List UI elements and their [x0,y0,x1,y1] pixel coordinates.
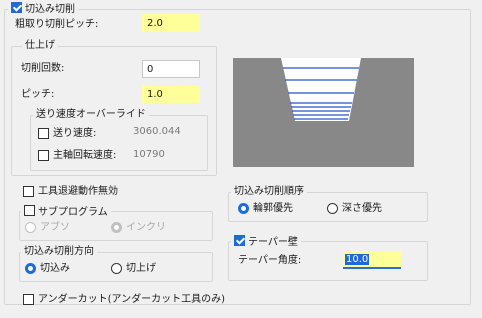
order-contour-label: 輪郭優先 [253,203,293,214]
spindle-override-label: 主軸回転速度: [53,150,117,161]
subprogram-abs-radio[interactable] [25,222,36,233]
infeed-preview-image [233,58,414,167]
direction-cut-in-label: 切込み [40,263,70,274]
subprogram-abs-label: アブソ [40,222,70,233]
taper-checkbox[interactable] [234,235,245,246]
cut-count-value: 0 [147,64,154,75]
subprogram-label: サブプログラム [38,207,108,218]
rough-pitch-value: 2.0 [147,18,163,29]
taper-label: テーパー壁 [248,237,298,248]
direction-cut-up-radio[interactable] [111,263,122,274]
infeed-enable-checkbox[interactable] [11,2,22,13]
subprogram-inc-label: インクリ [126,222,166,233]
taper-legend: テーパー壁 [231,235,301,249]
undercut-checkbox[interactable] [23,294,34,305]
finish-pitch-label: ピッチ: [21,89,55,100]
order-contour-radio[interactable] [238,203,249,214]
subprogram-inc-radio[interactable] [111,222,122,233]
feed-override-checkbox[interactable] [38,128,49,139]
spindle-override-checkbox[interactable] [38,150,49,161]
subprogram-legend: サブプログラム [21,205,111,219]
override-group [30,115,208,171]
infeed-legend: 切込み切削 [8,2,78,16]
finish-pitch-input[interactable]: 1.0 [142,85,200,103]
order-legend: 切込み切削順序 [231,186,307,198]
infeed-title: 切込み切削 [25,4,75,15]
retract-disable-label: 工具退避動作無効 [38,186,118,197]
finish-legend: 仕上げ [22,40,58,52]
order-depth-label: 深さ優先 [342,203,382,214]
taper-angle-value: 10.0 [345,254,370,265]
finish-pitch-value: 1.0 [147,89,163,100]
cut-count-input[interactable]: 0 [142,60,200,78]
direction-cut-in-radio[interactable] [25,263,36,274]
order-depth-radio[interactable] [327,203,338,214]
retract-disable-checkbox[interactable] [23,186,34,197]
taper-angle-label: テーパー角度: [238,255,302,266]
undercut-label: アンダーカット(アンダーカット工具のみ) [38,294,226,305]
override-legend: 送り速度オーバーライド [33,109,149,121]
cut-count-label: 切削回数: [21,63,65,74]
feed-override-label: 送り速度: [53,128,97,139]
groove-profile-icon [233,58,414,167]
taper-angle-input[interactable]: 10.0 [343,251,401,269]
spindle-override-value: 10790 [133,149,165,160]
rough-pitch-label: 粗取り切削ピッチ: [15,19,99,30]
feed-override-value: 3060.044 [133,126,181,137]
rough-pitch-input[interactable]: 2.0 [142,14,200,32]
subprogram-checkbox[interactable] [24,205,35,216]
direction-legend: 切込み切削方向 [21,246,97,258]
direction-cut-up-label: 切上げ [126,263,156,274]
